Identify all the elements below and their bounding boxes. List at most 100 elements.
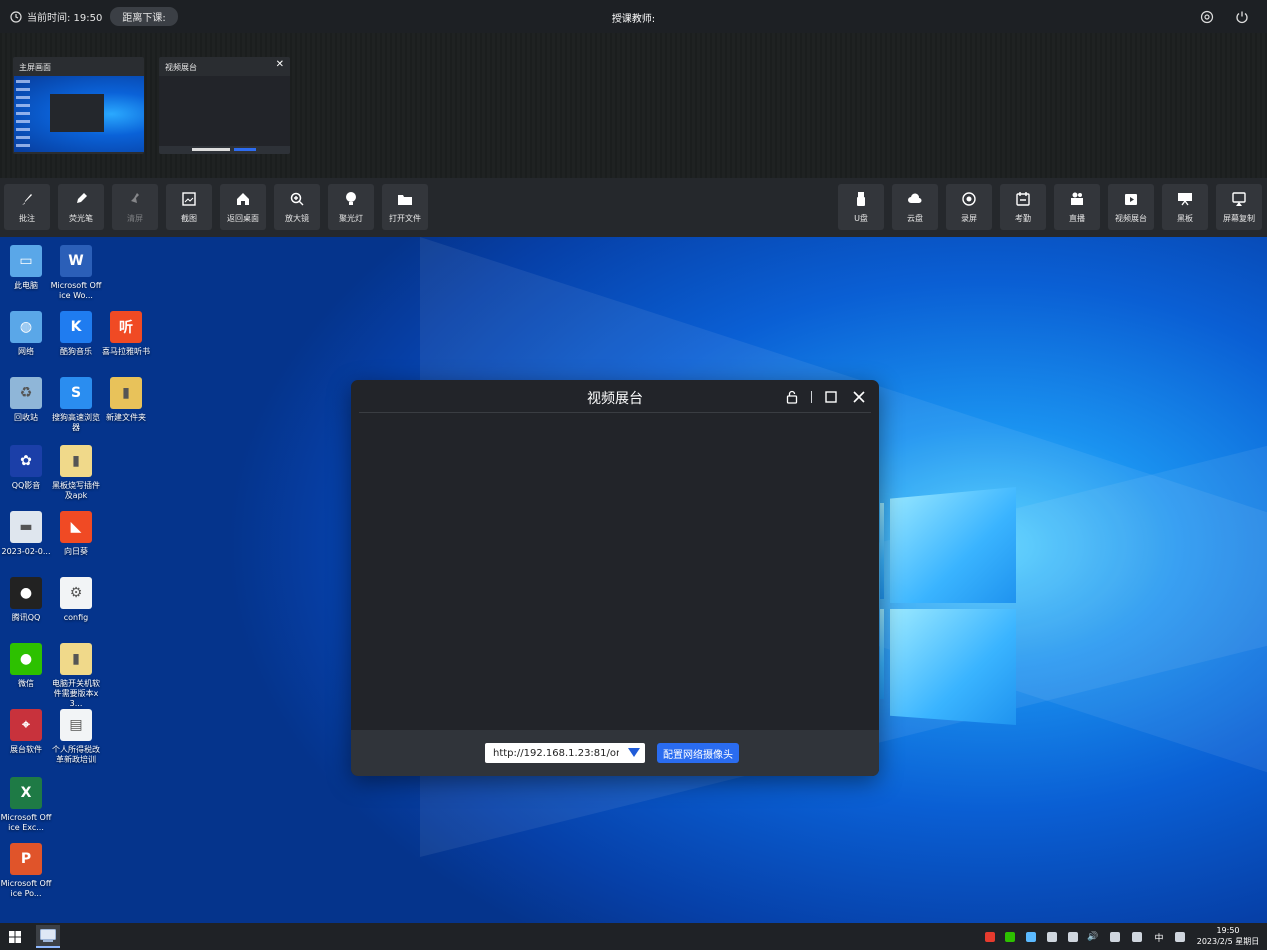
desktop-icon-label: 向日葵 <box>64 547 88 556</box>
taskbar: 🔊 中 19:50 2023/2/5 星期日 <box>0 923 1267 950</box>
desktop-icon-label: 新建文件夹 <box>106 413 146 422</box>
desktop-icon[interactable]: ⚙ config <box>50 577 102 623</box>
close-window-thumb-button[interactable]: ✕ <box>276 59 284 70</box>
screen-mirror-icon <box>1231 191 1247 207</box>
tray-clock[interactable]: 19:50 2023/2/5 星期日 <box>1192 925 1264 947</box>
wechat-tray-icon[interactable] <box>1003 930 1017 944</box>
dropdown-arrow-icon[interactable] <box>628 748 640 757</box>
close-icon <box>853 391 865 403</box>
desktop-icon[interactable]: ▮ 黑板烧写插件及apk <box>50 445 102 501</box>
pen-tray-icon[interactable] <box>1130 930 1144 944</box>
window-switcher: 主屏画面 视频展台 ✕ <box>0 33 1267 178</box>
tray-date: 2023/2/5 星期日 <box>1196 937 1260 946</box>
computer-icon: ▭ <box>10 245 42 277</box>
blackboard-icon <box>1177 191 1193 207</box>
ime-mode-icon[interactable] <box>1173 930 1187 944</box>
tool-cloud[interactable]: 云盘 <box>892 184 938 230</box>
desktop-icon[interactable]: ⌖ 展台软件 <box>0 709 52 755</box>
power-button[interactable] <box>1232 7 1252 27</box>
desktop-icon[interactable]: W Microsoft Office Wo... <box>50 245 102 301</box>
tool-blackboard[interactable]: 黑板 <box>1162 184 1208 230</box>
desktop-icon[interactable]: ▭ 此电脑 <box>0 245 52 291</box>
tool-usb[interactable]: U盘 <box>838 184 884 230</box>
tool-label: 聚光灯 <box>339 214 363 223</box>
maximize-icon <box>825 391 837 403</box>
unlock-icon <box>786 390 798 404</box>
home-icon <box>235 191 251 207</box>
volume-icon[interactable]: 🔊 <box>1086 930 1100 944</box>
tool-screen-mirror[interactable]: 屏幕复制 <box>1216 184 1262 230</box>
tool-spotlight[interactable]: 聚光灯 <box>328 184 374 230</box>
tool-label: 直播 <box>1069 214 1085 223</box>
tool-brush[interactable]: 批注 <box>4 184 50 230</box>
teacher-label: 授课教师: <box>611 14 656 25</box>
tool-label: 返回桌面 <box>227 214 259 223</box>
desktop-icon-label: 2023-02-0... <box>1 547 51 556</box>
tool-label: 录屏 <box>961 214 977 223</box>
desktop-icon[interactable]: ▮ 电脑开关机软件需要版本x3... <box>50 643 102 709</box>
teaching-app-icon <box>40 928 56 942</box>
app-tray-icon[interactable] <box>1024 930 1038 944</box>
tool-screenshot[interactable]: 截图 <box>166 184 212 230</box>
desktop-icon[interactable]: S 搜狗高速浏览器 <box>50 377 102 433</box>
tool-broom[interactable]: 清屏 <box>112 184 158 230</box>
desktop-icon[interactable]: X Microsoft Office Exc... <box>0 777 52 833</box>
gear-icon <box>1200 10 1214 24</box>
folder-icon: ▮ <box>110 377 142 409</box>
network-icon: ◍ <box>10 311 42 343</box>
desktop-icon[interactable]: ▤ 个人所得税改革新政培训 <box>50 709 102 765</box>
tool-label: 清屏 <box>127 214 143 223</box>
desktop-icon-label: 黑板烧写插件及apk <box>52 481 100 500</box>
desktop-icon-label: 搜狗高速浏览器 <box>52 413 100 432</box>
tool-folder[interactable]: 打开文件 <box>382 184 428 230</box>
desktop-icon[interactable]: ✿ QQ影音 <box>0 445 52 491</box>
desktop-icon[interactable]: ◣ 向日葵 <box>50 511 102 557</box>
desktop-icon[interactable]: ◍ 网络 <box>0 311 52 357</box>
network-tray-icon[interactable] <box>1108 930 1122 944</box>
record-icon <box>961 191 977 207</box>
start-windows-icon[interactable] <box>9 931 21 943</box>
display-tray-icon[interactable] <box>1045 930 1059 944</box>
close-button[interactable] <box>850 388 868 406</box>
tool-label: 屏幕复制 <box>1223 214 1255 223</box>
tool-highlighter[interactable]: 荧光笔 <box>58 184 104 230</box>
desktop-icon[interactable]: K 酷狗音乐 <box>50 311 102 357</box>
desktop-icon[interactable]: ▬ 2023-02-0... <box>0 511 52 557</box>
ime-label[interactable]: 中 <box>1152 930 1166 944</box>
usb-tray-icon[interactable] <box>1066 930 1080 944</box>
desktop-icon-label: 腾讯QQ <box>11 613 41 622</box>
desktop-icon-label: Microsoft Office Wo... <box>50 281 102 300</box>
window-thumb-title: 视频展台 <box>165 63 197 72</box>
settings-button[interactable] <box>1197 7 1217 27</box>
live-icon <box>1069 191 1085 207</box>
desktop-icon[interactable]: ♻ 回收站 <box>0 377 52 423</box>
desktop-icon[interactable]: ● 腾讯QQ <box>0 577 52 623</box>
tool-home[interactable]: 返回桌面 <box>220 184 266 230</box>
video-booth-window: 视频展台 http://192.168.1.23:81/onvif 配置网络摄像… <box>351 380 879 776</box>
desktop-icon[interactable]: ● 微信 <box>0 643 52 689</box>
desktop-icon[interactable]: 听喜马拉雅听书 <box>100 311 152 357</box>
camera-url-select[interactable]: http://192.168.1.23:81/onvif <box>485 743 645 763</box>
desktop-icon[interactable]: ▮ 新建文件夹 <box>100 377 152 423</box>
zoom-in-icon <box>289 191 305 207</box>
current-time-label: 当前时间: 19:50 <box>27 13 103 24</box>
tool-zoom-in[interactable]: 放大镜 <box>274 184 320 230</box>
tool-attendance[interactable]: 考勤 <box>1000 184 1046 230</box>
taskbar-app-button[interactable] <box>36 925 60 948</box>
powerpoint-icon: P <box>10 843 42 875</box>
folder-icon: ▮ <box>60 445 92 477</box>
configure-network-camera-button[interactable]: 配置网络摄像头 <box>657 743 739 763</box>
tool-video-booth[interactable]: 视频展台 <box>1108 184 1154 230</box>
lock-button[interactable] <box>783 388 801 406</box>
tool-record[interactable]: 录屏 <box>946 184 992 230</box>
teaching-toolbar: 批注 荧光笔 清屏 截图 返回桌面 放大镜 聚光灯 打开文件 U盘 云盘 录屏 考勤 直播 视频展台 黑板 屏… <box>0 178 1267 237</box>
maximize-button[interactable] <box>822 388 840 406</box>
desktop-icon-label: 酷狗音乐 <box>60 347 92 356</box>
antivirus-icon[interactable] <box>983 930 997 944</box>
window-thumb-video-booth[interactable]: 视频展台 ✕ <box>159 57 290 154</box>
tool-label: 考勤 <box>1015 214 1031 223</box>
tool-live[interactable]: 直播 <box>1054 184 1100 230</box>
window-thumb-main-screen[interactable]: 主屏画面 <box>13 57 144 154</box>
broom-icon <box>127 191 143 207</box>
desktop-icon[interactable]: P Microsoft Office Po... <box>0 843 52 899</box>
